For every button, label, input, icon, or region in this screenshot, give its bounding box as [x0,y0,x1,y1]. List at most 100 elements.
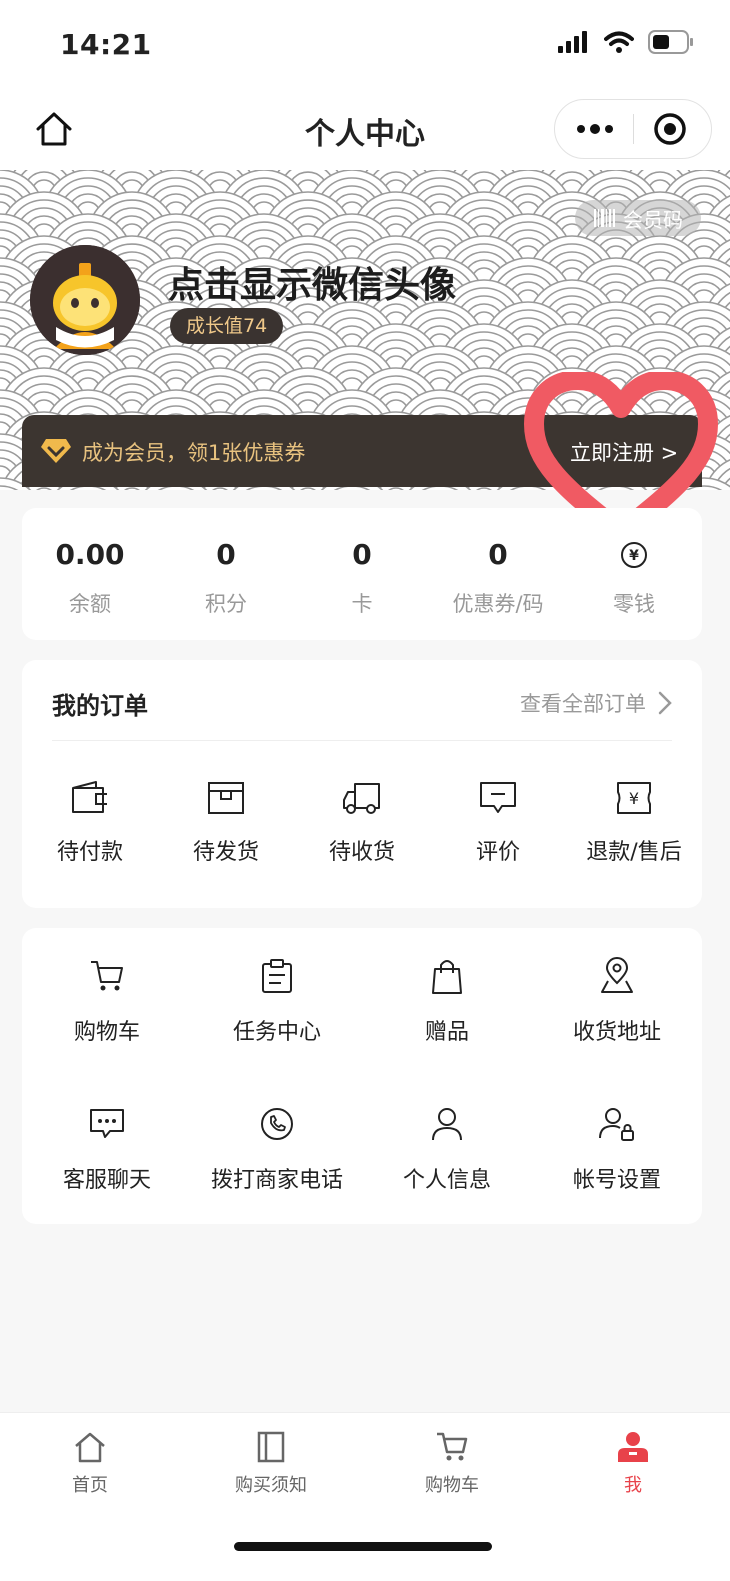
cart-icon [91,961,123,991]
change-stat[interactable]: ¥ 零钱 [566,508,702,618]
view-all-orders-link[interactable]: 查看全部订单 [520,688,672,718]
member-promo-text: 成为会员，领1张优惠券 [82,441,306,465]
balance-stat[interactable]: 0.00 余额 [22,508,158,618]
user-lock-icon [599,1108,634,1141]
order-review[interactable]: 评价 [430,778,566,866]
status-icons [558,30,694,54]
wallet-icon [72,781,107,813]
book-icon [257,1431,285,1463]
yuan-coin-icon: ¥ [566,538,702,572]
svg-text:¥: ¥ [629,548,639,564]
battery-icon [648,30,693,54]
capsule-divider [633,114,634,144]
tab-cart[interactable]: 购物车 [392,1427,512,1497]
comment-icon [480,782,516,813]
tool-label: 拨打商家电话 [210,1168,343,1193]
box-icon [208,782,244,814]
order-label: 评价 [475,840,520,865]
status-bar: 14:21 [0,0,730,95]
more-button[interactable] [573,114,617,144]
more-dots-icon [577,124,613,134]
order-label: 待付款 [56,840,123,865]
home-icon [75,1432,105,1463]
tool-shipping-address[interactable]: 收货地址 [532,956,702,1046]
tool-cart[interactable]: 购物车 [22,956,192,1046]
svg-text:¥: ¥ [629,789,639,808]
my-orders-card: 我的订单 查看全部订单 待付款 待发货 待收货 评价 ¥ 退款/售后 [22,660,702,908]
truck-icon [343,783,380,814]
tool-personal-info[interactable]: 个人信息 [362,1104,532,1194]
tab-label: 我 [624,1475,642,1496]
user-icon [432,1108,462,1141]
home-indicator [234,1542,492,1551]
cards-stat[interactable]: 0 卡 [294,508,430,618]
tab-label: 首页 [72,1475,108,1496]
tab-label: 购买须知 [235,1475,307,1496]
close-mini-program-button[interactable] [653,112,687,146]
tool-label: 收货地址 [572,1020,661,1045]
target-circle-icon [654,113,686,145]
order-refund-aftersale[interactable]: ¥ 退款/售后 [566,778,702,866]
mini-program-capsule [554,99,712,159]
order-label: 待收货 [328,840,395,865]
tool-gifts[interactable]: 赠品 [362,956,532,1046]
username[interactable]: 点击显示微信头像 [168,256,456,308]
tab-purchase-notes[interactable]: 购买须知 [211,1427,331,1497]
tool-call-merchant[interactable]: 拨打商家电话 [192,1104,362,1194]
stat-label: 零钱 [613,592,655,616]
tool-label: 客服聊天 [62,1168,151,1193]
tool-label: 个人信息 [402,1168,491,1193]
growth-value-badge[interactable]: 成长值74 [170,308,284,344]
order-pending-shipment[interactable]: 待发货 [158,778,294,866]
tool-label: 任务中心 [232,1020,321,1045]
assets-summary-card: 0.00 余额 0 积分 0 卡 0 优惠券/码 ¥ 零钱 [22,508,702,640]
member-code-label: 会员码 [623,207,683,232]
cellular-signal-icon [558,31,587,53]
tool-account-settings[interactable]: 帐号设置 [532,1104,702,1194]
avatar[interactable] [30,245,140,355]
points-stat[interactable]: 0 积分 [158,508,294,618]
tool-task-center[interactable]: 任务中心 [192,956,362,1046]
bottom-tab-bar: 首页 购买须知 购物车 我 [0,1412,730,1581]
tool-label: 帐号设置 [572,1168,661,1193]
gift-bag-icon [432,960,462,994]
location-icon [601,957,633,993]
stat-label: 优惠券/码 [452,592,544,616]
robot-mascot-icon [30,245,140,355]
wifi-icon [604,31,634,53]
stat-value: 0 [488,538,508,571]
tab-me[interactable]: 我 [573,1427,693,1497]
clipboard-icon [262,959,292,993]
tool-label: 赠品 [424,1020,469,1045]
tool-label: 购物车 [73,1020,140,1045]
chevron-right-icon [658,691,672,715]
stat-label: 余额 [69,592,111,616]
order-label: 待发货 [192,840,259,865]
divider [52,740,672,741]
coupons-stat[interactable]: 0 优惠券/码 [430,508,566,618]
phone-icon [261,1108,293,1140]
orders-title: 我的订单 [52,692,148,720]
chat-icon [90,1109,124,1138]
cart-icon [437,1432,468,1461]
tab-home[interactable]: 首页 [30,1427,150,1497]
stat-label: 卡 [351,592,373,616]
stat-value: 0.00 [55,538,125,571]
tab-label: 购物车 [425,1475,479,1496]
stat-value: 0 [352,538,372,571]
profile-icon [618,1432,648,1462]
stat-label: 积分 [205,592,247,616]
tool-customer-chat[interactable]: 客服聊天 [22,1104,192,1194]
order-label: 退款/售后 [586,840,682,865]
stat-value: 0 [216,538,236,571]
member-code-button[interactable]: 会员码 [575,200,701,236]
status-time: 14:21 [60,28,152,61]
refund-icon: ¥ [617,782,651,814]
order-pending-payment[interactable]: 待付款 [22,778,158,866]
barcode-icon [594,209,615,227]
nav-bar: 个人中心 [0,95,730,170]
order-pending-receipt[interactable]: 待收货 [294,778,430,866]
services-grid-card: 购物车 任务中心 赠品 收货地址 客服聊天 拨打商家电话 个人信息 帐号设置 [22,928,702,1224]
view-all-orders-label: 查看全部订单 [520,692,646,716]
diamond-icon [41,439,71,463]
